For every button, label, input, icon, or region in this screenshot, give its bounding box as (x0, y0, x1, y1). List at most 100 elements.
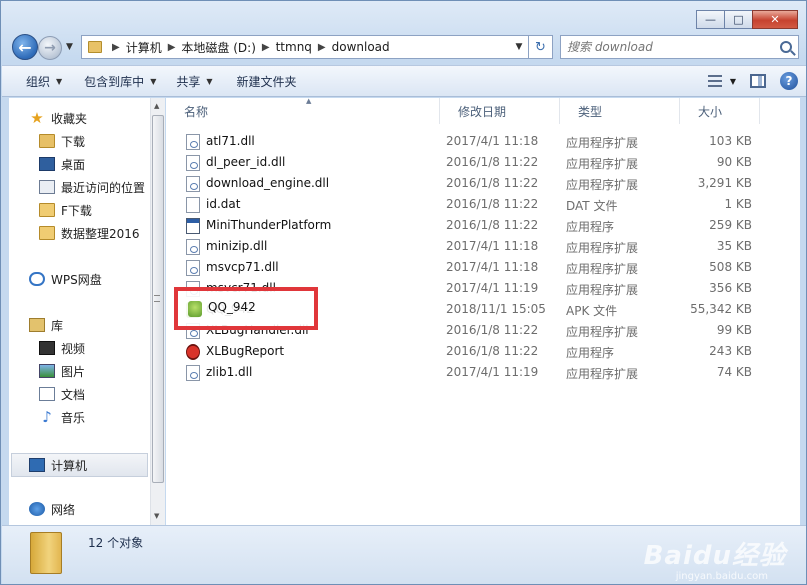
column-header-date[interactable]: 修改日期 (440, 98, 560, 124)
sidebar-item-wps-cloud[interactable]: WPS网盘 (29, 268, 102, 290)
change-view-icon[interactable] (707, 75, 722, 87)
search-icon[interactable] (780, 41, 792, 53)
sidebar-item-data-2016[interactable]: 数据整理2016 (39, 222, 140, 244)
search-box[interactable] (560, 35, 799, 59)
file-date: 2016/1/8 11:22 (446, 218, 539, 232)
column-header-type[interactable]: 类型 (560, 98, 680, 124)
navigation-scrollbar[interactable]: ▲ ▼ (150, 98, 165, 525)
file-row[interactable]: dl_peer_id.dll 2016/1/8 11:22 应用程序扩展 90 KB (182, 152, 782, 173)
desktop-icon (39, 157, 55, 171)
include-in-library-button[interactable]: 包含到库中 ▼ (76, 69, 164, 93)
file-size: 356 KB (709, 281, 752, 295)
sidebar-item-music[interactable]: ♪ 音乐 (39, 406, 85, 428)
forward-button[interactable]: → (38, 36, 62, 60)
file-row[interactable]: atl71.dll 2017/4/1 11:18 应用程序扩展 103 KB (182, 131, 782, 152)
chevron-right-icon[interactable]: ▶ (112, 42, 120, 53)
preview-pane-icon[interactable] (750, 74, 766, 88)
sidebar-item-libraries[interactable]: 库 (29, 314, 63, 336)
library-icon (29, 318, 45, 332)
chevron-down-icon: ▼ (150, 76, 157, 86)
scroll-grip-icon (154, 295, 160, 302)
file-name: download_engine.dll (206, 176, 330, 190)
sidebar-item-favorites[interactable]: ★ 收藏夹 (29, 107, 87, 129)
dll-icon (186, 365, 200, 381)
file-row[interactable]: zlib1.dll 2017/4/1 11:19 应用程序扩展 74 KB (182, 362, 782, 383)
maximize-button[interactable]: □ (724, 10, 753, 29)
file-date: 2016/1/8 11:22 (446, 155, 539, 169)
sidebar-item-f-downloads[interactable]: F下载 (39, 199, 92, 221)
address-bar[interactable]: ▶ 计算机 ▶ 本地磁盘 (D:) ▶ ttmnq ▶ download ▼ (81, 35, 529, 59)
file-name: dl_peer_id.dll (206, 155, 286, 169)
new-folder-button[interactable]: 新建文件夹 (229, 69, 305, 93)
file-name: XLBugReport (206, 344, 285, 358)
file-row[interactable]: id.dat 2016/1/8 11:22 DAT 文件 1 KB (182, 194, 782, 215)
file-date: 2017/4/1 11:19 (446, 365, 539, 379)
file-row[interactable]: XLBugReport 2016/1/8 11:22 应用程序 243 KB (182, 341, 782, 362)
dll-icon (186, 134, 200, 150)
sidebar-item-videos[interactable]: 视频 (39, 337, 85, 359)
file-type: 应用程序扩展 (566, 136, 639, 150)
sidebar-item-pictures[interactable]: 图片 (39, 360, 85, 382)
file-date: 2016/1/8 11:22 (446, 197, 539, 211)
file-date: 2016/1/8 11:22 (446, 323, 539, 337)
scroll-down-icon[interactable]: ▼ (154, 512, 159, 520)
file-row[interactable]: MiniThunderPlatform 2016/1/8 11:22 应用程序 259… (182, 215, 782, 236)
file-type: 应用程序扩展 (566, 178, 639, 192)
search-input[interactable] (567, 40, 767, 54)
close-button[interactable]: ✕ (752, 10, 798, 29)
sidebar-item-recent[interactable]: 最近访问的位置 (39, 176, 145, 198)
chevron-down-icon[interactable]: ▼ (730, 77, 736, 86)
sidebar-item-label: 桌面 (61, 157, 86, 172)
chevron-right-icon[interactable]: ▶ (168, 42, 176, 53)
file-row[interactable]: minizip.dll 2017/4/1 11:18 应用程序扩展 35 KB (182, 236, 782, 257)
sidebar-item-label: 计算机 (51, 458, 88, 473)
column-label: 名称 (184, 104, 209, 119)
sidebar-item-downloads[interactable]: 下载 (39, 130, 85, 152)
file-size: 103 KB (709, 134, 752, 148)
chevron-right-icon[interactable]: ▶ (262, 42, 270, 53)
sidebar-item-documents[interactable]: 文档 (39, 383, 85, 405)
breadcrumb-drive-d[interactable]: 本地磁盘 (D:) (181, 39, 255, 56)
view-controls: ▼ ? (707, 72, 806, 90)
breadcrumb-download[interactable]: download (332, 40, 390, 54)
file-name: atl71.dll (206, 134, 255, 148)
command-bar: 组织 ▼ 包含到库中 ▼ 共享 ▼ 新建文件夹 ▼ ? (2, 65, 806, 97)
cloud-icon (29, 272, 45, 286)
breadcrumb-computer[interactable]: 计算机 (126, 39, 162, 56)
file-date: 2017/4/1 11:18 (446, 239, 539, 253)
file-type: 应用程序 (566, 220, 615, 234)
chevron-down-icon: ▼ (206, 76, 213, 86)
sidebar-item-desktop[interactable]: 桌面 (39, 153, 85, 175)
chevron-right-icon[interactable]: ▶ (318, 42, 326, 53)
help-button[interactable]: ? (780, 72, 798, 90)
sidebar-item-computer[interactable]: 计算机 (29, 454, 87, 476)
column-header-name[interactable]: 名称 (166, 98, 440, 124)
refresh-button[interactable]: ↻ (529, 35, 553, 59)
file-row[interactable]: msvcp71.dll 2017/4/1 11:18 应用程序扩展 508 KB (182, 257, 782, 278)
highlighted-file-name[interactable]: QQ_942 (208, 300, 256, 314)
arrow-left-icon: ← (18, 37, 32, 57)
file-row[interactable]: download_engine.dll 2016/1/8 11:22 应用程序扩展 3… (182, 173, 782, 194)
folder-icon (30, 532, 62, 574)
file-size: 90 KB (716, 155, 752, 169)
chevron-down-icon: ▼ (56, 76, 63, 86)
item-count: 12 个对象 (88, 536, 144, 550)
sidebar-item-label: 视频 (61, 341, 86, 356)
bug-icon (186, 344, 200, 360)
column-header-size[interactable]: 大小 (680, 98, 760, 124)
minimize-button[interactable]: — (696, 10, 725, 29)
breadcrumb-ttmnq[interactable]: ttmnq (276, 40, 312, 54)
recent-pages-dropdown[interactable]: ▼ (66, 42, 73, 52)
picture-icon (39, 364, 55, 378)
star-icon: ★ (30, 109, 44, 127)
file-name: zlib1.dll (206, 365, 253, 379)
dll-icon (186, 239, 200, 255)
scroll-up-icon[interactable]: ▲ (154, 102, 159, 110)
window-caption-buttons: — □ ✕ (696, 10, 798, 29)
back-button[interactable]: ← (12, 34, 38, 60)
chevron-down-icon[interactable]: ▼ (510, 42, 528, 52)
computer-icon (29, 458, 45, 472)
organize-menu-button[interactable]: 组织 ▼ (18, 69, 70, 93)
share-menu-button[interactable]: 共享 ▼ (168, 69, 220, 93)
sidebar-item-network[interactable]: 网络 (29, 498, 75, 520)
